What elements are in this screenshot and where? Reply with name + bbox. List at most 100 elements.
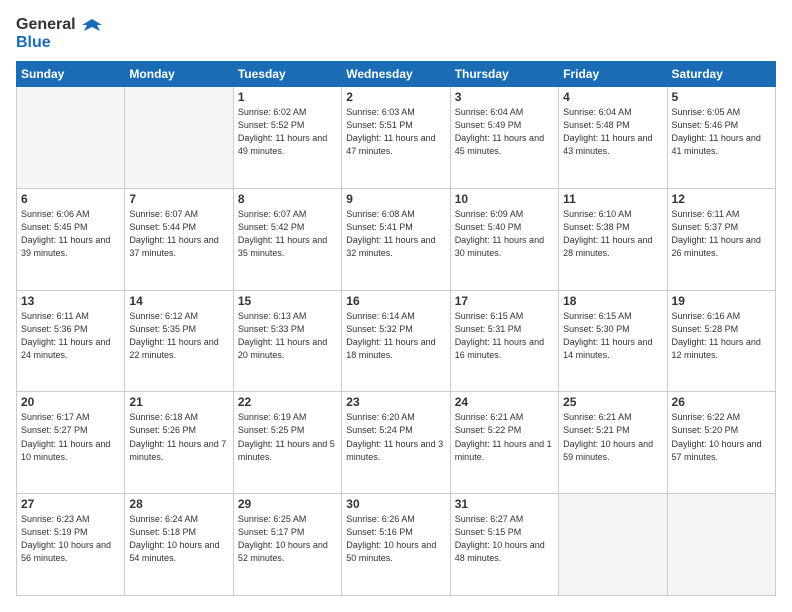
day-number: 10 — [455, 192, 554, 206]
day-number: 2 — [346, 90, 445, 104]
day-number: 6 — [21, 192, 120, 206]
calendar-cell: 29 Sunrise: 6:25 AM Sunset: 5:17 PM Dayli… — [233, 494, 341, 596]
calendar-cell: 9 Sunrise: 6:08 AM Sunset: 5:41 PM Daylig… — [342, 188, 450, 290]
calendar-cell: 16 Sunrise: 6:14 AM Sunset: 5:32 PM Dayli… — [342, 290, 450, 392]
calendar-table: SundayMondayTuesdayWednesdayThursdayFrid… — [16, 61, 776, 596]
calendar-cell: 7 Sunrise: 6:07 AM Sunset: 5:44 PM Daylig… — [125, 188, 233, 290]
header-saturday: Saturday — [667, 62, 775, 87]
day-info: Sunrise: 6:22 AM Sunset: 5:20 PM Dayligh… — [672, 411, 771, 463]
calendar-cell: 28Sunrise: 6:24 AM Sunset: 5:18 PM Dayli… — [125, 494, 233, 596]
calendar-cell: 3 Sunrise: 6:04 AM Sunset: 5:49 PM Daylig… — [450, 87, 558, 189]
day-number: 1 — [238, 90, 337, 104]
calendar-cell: 30Sunrise: 6:26 AM Sunset: 5:16 PM Dayli… — [342, 494, 450, 596]
day-info: Sunrise: 6:03 AM Sunset: 5:51 PM Dayligh… — [346, 106, 445, 158]
week-row-2: 6 Sunrise: 6:06 AM Sunset: 5:45 PM Daylig… — [17, 188, 776, 290]
calendar-cell: 25Sunrise: 6:21 AM Sunset: 5:21 PM Dayli… — [559, 392, 667, 494]
calendar-cell: 1 Sunrise: 6:02 AM Sunset: 5:52 PM Daylig… — [233, 87, 341, 189]
day-info: Sunrise: 6:24 AM Sunset: 5:18 PM Dayligh… — [129, 513, 228, 565]
day-number: 23 — [346, 395, 445, 409]
week-row-4: 20 Sunrise: 6:17 AM Sunset: 5:27 PM Dayli… — [17, 392, 776, 494]
day-number: 9 — [346, 192, 445, 206]
calendar-cell: 6 Sunrise: 6:06 AM Sunset: 5:45 PM Daylig… — [17, 188, 125, 290]
day-number: 27 — [21, 497, 120, 511]
day-number: 14 — [129, 294, 228, 308]
day-info: Sunrise: 6:17 AM Sunset: 5:27 PM Dayligh… — [21, 411, 120, 463]
calendar-cell — [559, 494, 667, 596]
page: General Blue SundayMondayTuesdayWednesda… — [0, 0, 792, 612]
calendar-cell: 11 Sunrise: 6:10 AM Sunset: 5:38 PM Dayli… — [559, 188, 667, 290]
calendar-cell: 12 Sunrise: 6:11 AM Sunset: 5:37 PM Dayli… — [667, 188, 775, 290]
header-friday: Friday — [559, 62, 667, 87]
header-monday: Monday — [125, 62, 233, 87]
day-number: 5 — [672, 90, 771, 104]
calendar-cell: 20 Sunrise: 6:17 AM Sunset: 5:27 PM Dayli… — [17, 392, 125, 494]
calendar-cell: 18Sunrise: 6:15 AM Sunset: 5:30 PM Dayli… — [559, 290, 667, 392]
day-info: Sunrise: 6:07 AM Sunset: 5:44 PM Dayligh… — [129, 208, 228, 260]
day-number: 16 — [346, 294, 445, 308]
calendar-cell: 23 Sunrise: 6:20 AM Sunset: 5:24 PM Dayli… — [342, 392, 450, 494]
header-thursday: Thursday — [450, 62, 558, 87]
calendar-cell: 14 Sunrise: 6:12 AM Sunset: 5:35 PM Dayli… — [125, 290, 233, 392]
day-info: Sunrise: 6:12 AM Sunset: 5:35 PM Dayligh… — [129, 310, 228, 362]
calendar-cell: 4 Sunrise: 6:04 AM Sunset: 5:48 PM Daylig… — [559, 87, 667, 189]
day-info: Sunrise: 6:06 AM Sunset: 5:45 PM Dayligh… — [21, 208, 120, 260]
week-row-1: 1 Sunrise: 6:02 AM Sunset: 5:52 PM Daylig… — [17, 87, 776, 189]
day-info: Sunrise: 6:15 AM Sunset: 5:31 PM Dayligh… — [455, 310, 554, 362]
day-info: Sunrise: 6:04 AM Sunset: 5:48 PM Dayligh… — [563, 106, 662, 158]
week-row-5: 27Sunrise: 6:23 AM Sunset: 5:19 PM Dayli… — [17, 494, 776, 596]
header: General Blue — [16, 16, 776, 51]
calendar-cell: 2 Sunrise: 6:03 AM Sunset: 5:51 PM Daylig… — [342, 87, 450, 189]
day-info: Sunrise: 6:16 AM Sunset: 5:28 PM Dayligh… — [672, 310, 771, 362]
day-info: Sunrise: 6:04 AM Sunset: 5:49 PM Dayligh… — [455, 106, 554, 158]
day-number: 20 — [21, 395, 120, 409]
day-number: 26 — [672, 395, 771, 409]
day-number: 4 — [563, 90, 662, 104]
day-number: 13 — [21, 294, 120, 308]
day-info: Sunrise: 6:02 AM Sunset: 5:52 PM Dayligh… — [238, 106, 337, 158]
calendar-cell: 22Sunrise: 6:19 AM Sunset: 5:25 PM Dayli… — [233, 392, 341, 494]
logo-general: General — [16, 16, 102, 34]
day-info: Sunrise: 6:09 AM Sunset: 5:40 PM Dayligh… — [455, 208, 554, 260]
day-info: Sunrise: 6:25 AM Sunset: 5:17 PM Dayligh… — [238, 513, 337, 565]
day-info: Sunrise: 6:13 AM Sunset: 5:33 PM Dayligh… — [238, 310, 337, 362]
calendar-cell — [17, 87, 125, 189]
calendar-cell: 17Sunrise: 6:15 AM Sunset: 5:31 PM Dayli… — [450, 290, 558, 392]
calendar-cell — [667, 494, 775, 596]
day-info: Sunrise: 6:10 AM Sunset: 5:38 PM Dayligh… — [563, 208, 662, 260]
day-number: 21 — [129, 395, 228, 409]
day-info: Sunrise: 6:20 AM Sunset: 5:24 PM Dayligh… — [346, 411, 445, 463]
day-info: Sunrise: 6:14 AM Sunset: 5:32 PM Dayligh… — [346, 310, 445, 362]
day-number: 29 — [238, 497, 337, 511]
day-number: 12 — [672, 192, 771, 206]
day-info: Sunrise: 6:07 AM Sunset: 5:42 PM Dayligh… — [238, 208, 337, 260]
calendar-cell: 31 Sunrise: 6:27 AM Sunset: 5:15 PM Dayli… — [450, 494, 558, 596]
day-number: 30 — [346, 497, 445, 511]
calendar-cell: 24 Sunrise: 6:21 AM Sunset: 5:22 PM Dayli… — [450, 392, 558, 494]
day-number: 15 — [238, 294, 337, 308]
day-number: 8 — [238, 192, 337, 206]
day-number: 25 — [563, 395, 662, 409]
day-number: 19 — [672, 294, 771, 308]
calendar-cell: 19 Sunrise: 6:16 AM Sunset: 5:28 PM Dayli… — [667, 290, 775, 392]
logo-blue: Blue — [16, 34, 102, 52]
day-number: 11 — [563, 192, 662, 206]
calendar-cell: 10 Sunrise: 6:09 AM Sunset: 5:40 PM Dayli… — [450, 188, 558, 290]
day-info: Sunrise: 6:15 AM Sunset: 5:30 PM Dayligh… — [563, 310, 662, 362]
day-number: 7 — [129, 192, 228, 206]
day-number: 31 — [455, 497, 554, 511]
day-info: Sunrise: 6:08 AM Sunset: 5:41 PM Dayligh… — [346, 208, 445, 260]
day-number: 24 — [455, 395, 554, 409]
day-info: Sunrise: 6:21 AM Sunset: 5:22 PM Dayligh… — [455, 411, 554, 463]
week-row-3: 13Sunrise: 6:11 AM Sunset: 5:36 PM Dayli… — [17, 290, 776, 392]
day-number: 3 — [455, 90, 554, 104]
calendar-cell — [125, 87, 233, 189]
day-info: Sunrise: 6:27 AM Sunset: 5:15 PM Dayligh… — [455, 513, 554, 565]
calendar-cell: 15 Sunrise: 6:13 AM Sunset: 5:33 PM Dayli… — [233, 290, 341, 392]
logo-bird-icon — [82, 17, 102, 33]
calendar-cell: 27Sunrise: 6:23 AM Sunset: 5:19 PM Dayli… — [17, 494, 125, 596]
calendar-cell: 26 Sunrise: 6:22 AM Sunset: 5:20 PM Dayli… — [667, 392, 775, 494]
day-info: Sunrise: 6:05 AM Sunset: 5:46 PM Dayligh… — [672, 106, 771, 158]
day-info: Sunrise: 6:11 AM Sunset: 5:37 PM Dayligh… — [672, 208, 771, 260]
calendar-cell: 5 Sunrise: 6:05 AM Sunset: 5:46 PM Daylig… — [667, 87, 775, 189]
header-sunday: Sunday — [17, 62, 125, 87]
